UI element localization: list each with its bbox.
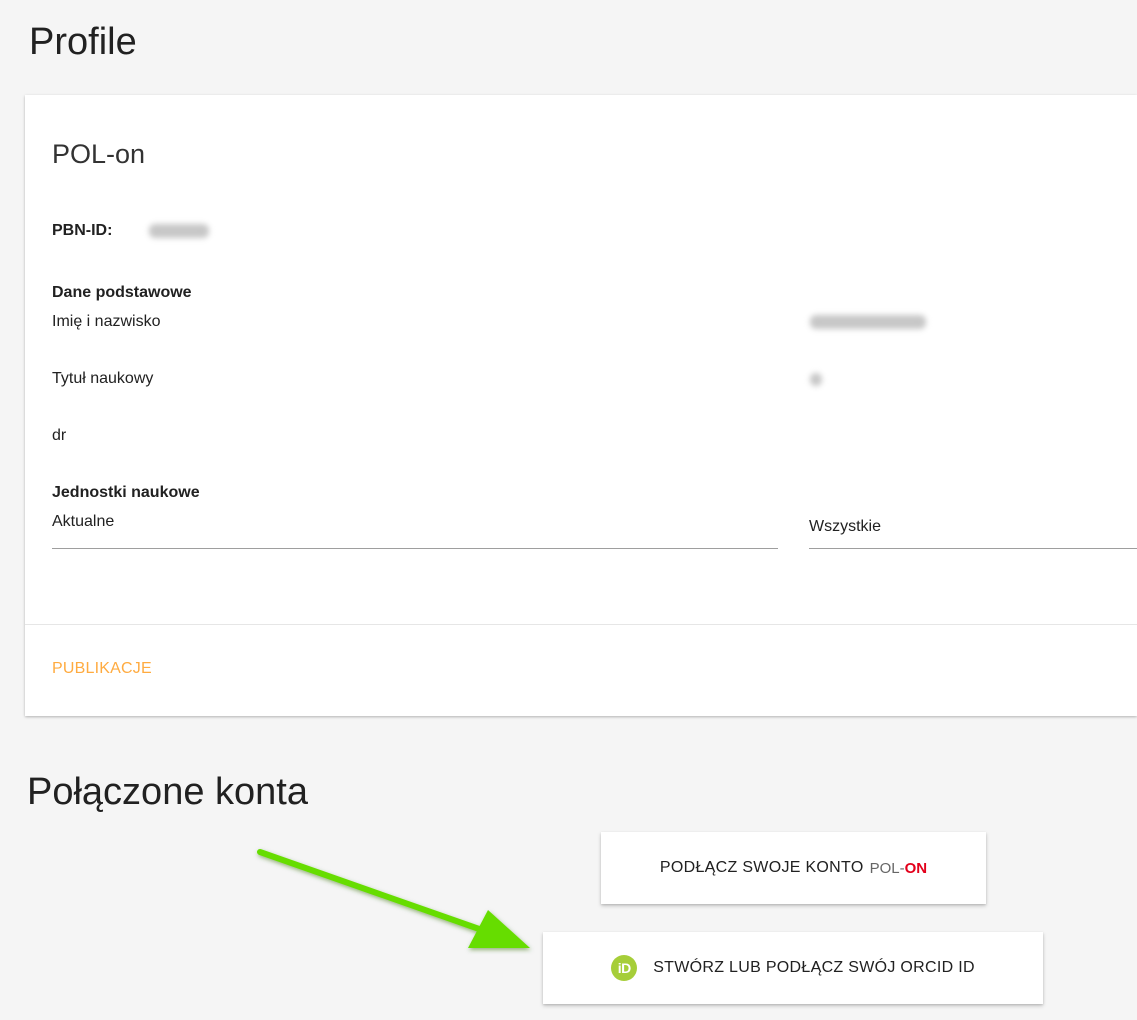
- academic-title-label: Tytuł naukowy: [52, 370, 154, 387]
- connect-polon-button[interactable]: PODŁĄCZ SWOJE KONTO POL-ON: [601, 832, 986, 904]
- orcid-icon: iD: [611, 955, 638, 981]
- card-divider: [25, 624, 1137, 625]
- publications-link[interactable]: PUBLIKACJE: [52, 660, 152, 678]
- units-all-select-underline: [809, 548, 1137, 549]
- polon-logo-left: POL-: [869, 859, 905, 877]
- page-title: Profile: [29, 21, 137, 63]
- basic-data-heading: Dane podstawowe: [52, 284, 192, 301]
- units-current-select[interactable]: Aktualne: [52, 505, 778, 549]
- linked-accounts-title: Połączone konta: [27, 771, 308, 813]
- academic-title-value: dr: [52, 427, 67, 444]
- academic-title-value-redacted: [810, 373, 822, 386]
- units-heading: Jednostki naukowe: [52, 484, 200, 501]
- units-all-select[interactable]: Wszystkie: [809, 505, 1137, 549]
- units-current-select-underline: [52, 548, 778, 549]
- name-label: Imię i nazwisko: [52, 313, 161, 330]
- polon-card: POL-on PBN-ID: Dane podstawowe Imię i na…: [25, 95, 1137, 716]
- connect-polon-button-label: PODŁĄCZ SWOJE KONTO: [659, 859, 864, 876]
- pbn-id-value-redacted: [149, 224, 209, 238]
- polon-logo-right: ON: [904, 859, 928, 877]
- units-current-select-value: Aktualne: [52, 513, 115, 530]
- card-title: POL-on: [52, 139, 146, 169]
- pbn-id-label: PBN-ID:: [52, 222, 113, 239]
- connect-orcid-button-label: STWÓRZ LUB PODŁĄCZ SWÓJ ORCID ID: [653, 959, 975, 976]
- arrow-icon: [257, 849, 530, 948]
- units-all-select-value: Wszystkie: [809, 518, 881, 535]
- connect-orcid-button[interactable]: iD STWÓRZ LUB PODŁĄCZ SWÓJ ORCID ID: [543, 932, 1043, 1004]
- name-value-redacted: [810, 315, 926, 329]
- polon-logo: POL-ON: [870, 860, 928, 877]
